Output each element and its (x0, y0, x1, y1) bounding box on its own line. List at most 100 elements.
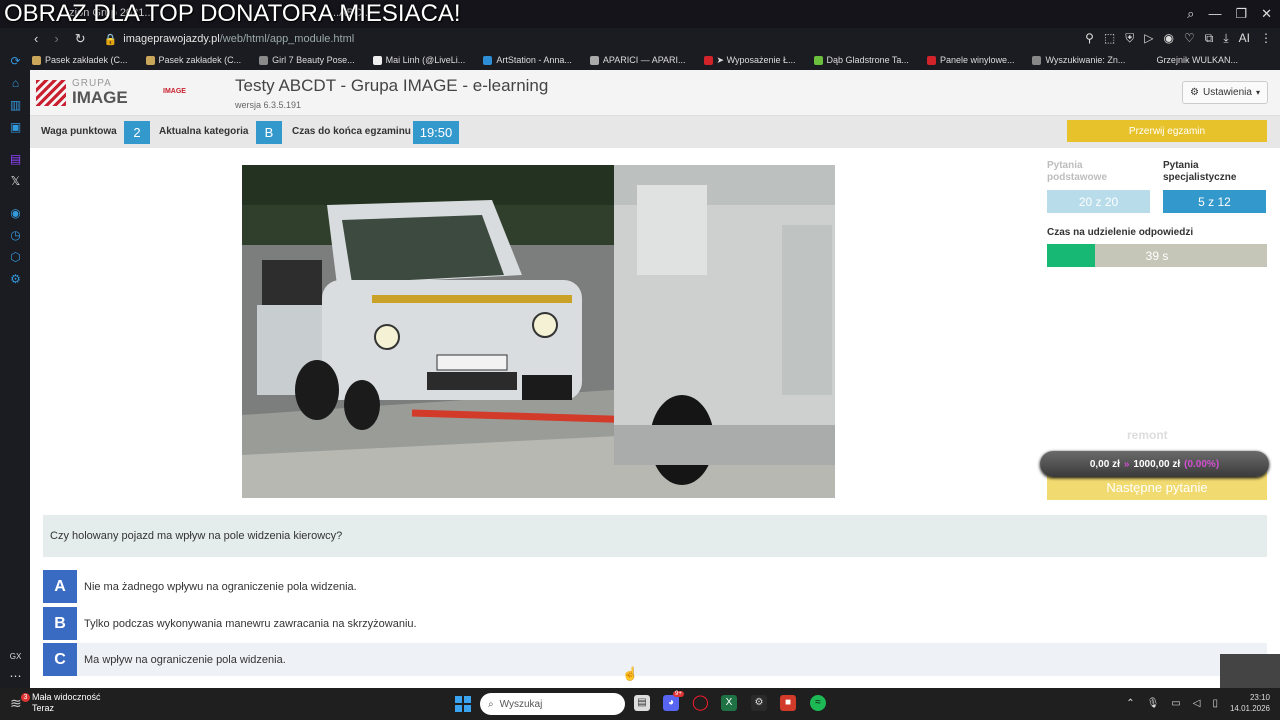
app-red-icon[interactable]: ■ (780, 695, 796, 711)
back-icon[interactable]: ‹ (34, 31, 38, 47)
discord-icon[interactable]: ◕ (663, 695, 679, 711)
answer-option-b[interactable]: B Tylko podczas wykonywania manewru zawr… (43, 607, 1267, 640)
answer-time-value: 39 s (1145, 248, 1169, 263)
bookmark-label: Girl 7 Beauty Pose... (272, 55, 355, 65)
settings-button[interactable]: ⚙ Ustawienia ▾ (1182, 81, 1268, 104)
taskbar-search-input[interactable]: ⌕ Wyszukaj (480, 693, 625, 715)
download-icon[interactable]: ⤓ (1223, 31, 1228, 46)
volume-icon[interactable]: ◁ (1193, 698, 1201, 709)
forward-icon[interactable]: › (54, 31, 58, 47)
store-icon[interactable]: ▥ (9, 99, 22, 112)
answer-text[interactable]: Nie ma żadnego wpływu na ograniczenie po… (84, 581, 357, 593)
play-icon[interactable]: ▷ (1144, 31, 1153, 46)
bookmark-item[interactable]: Pasek zakładek (C... (145, 55, 241, 65)
microphone-icon[interactable]: 🎙 (1147, 698, 1160, 709)
bookmark-item[interactable]: Mai Linh (@LiveLi... (372, 55, 465, 65)
bookmark-label: Wyszukiwanie: Zn... (1045, 55, 1126, 65)
steam-icon[interactable]: ⚙ (751, 695, 767, 711)
clock[interactable]: 23:10 14.01.2026 (1230, 692, 1270, 714)
twitch-icon[interactable]: ▤ (9, 153, 22, 166)
clock-time: 23:10 (1249, 693, 1270, 702)
spotify-icon[interactable]: ≈ (810, 695, 826, 711)
donation-goal-title: remont (1127, 428, 1168, 442)
settings-icon[interactable]: ⚙ (9, 273, 22, 286)
system-tray: ⌃ 🎙 ▭ ◁ ▯ 23:10 14.01.2026 (1126, 692, 1270, 714)
answer-letter[interactable]: B (43, 607, 77, 640)
bookmark-item[interactable]: Panele winylowe... (926, 55, 1014, 65)
excel-icon[interactable]: X (721, 695, 737, 711)
page-content: GRUPA IMAGE IMAGE Testy ABCDT - Grupa IM… (30, 70, 1280, 688)
bookmarks-bar: Pasek zakładek (C... Pasek zakładek (C...… (32, 51, 1238, 69)
time-left-value: 19:50 (413, 121, 459, 144)
url-path: /web/html/app_module.html (219, 33, 355, 45)
answer-time-label: Czas na udzielenie odpowiedzi (1047, 227, 1194, 238)
browser-chrome: ...zion Grup 2021... ...ABC... ⌕ — ❐ ✕ O… (0, 0, 1280, 72)
maximize-icon[interactable]: ❐ (1235, 6, 1247, 22)
weather-time: Teraz (32, 703, 55, 713)
answer-letter[interactable]: C (43, 643, 77, 676)
bookmark-favicon-icon (589, 55, 599, 65)
opera-gx-icon[interactable]: ◯ (692, 695, 709, 711)
bookmark-label: ➤ Wyposażenie Ł... (716, 54, 796, 65)
bookmark-item[interactable]: Grzejnik WULKAN... (1143, 55, 1238, 65)
clock-date: 14.01.2026 (1229, 704, 1270, 713)
hand-cursor-icon: ☝ (622, 666, 639, 681)
logo-stripes-icon (36, 79, 66, 106)
battery-icon[interactable]: ▯ (1212, 698, 1218, 709)
answer-letter[interactable]: A (43, 570, 77, 603)
gx-icon[interactable]: GX (9, 650, 22, 663)
extensions-icon[interactable]: ⬡ (9, 251, 22, 264)
taskbar: ≋ 3 Mała widoczność Teraz ⌕ Wyszukaj ▤ ◕… (0, 688, 1280, 720)
time-left-label: Czas do końca egzaminu (292, 126, 411, 137)
ai-button[interactable]: AI (1239, 31, 1250, 46)
extensions-icon[interactable]: ⧉ (1205, 31, 1214, 46)
close-icon[interactable]: ✕ (1261, 6, 1272, 22)
bookmark-item[interactable]: Pasek zakładek (C... (32, 55, 128, 65)
menu-icon[interactable]: ⋮ (1260, 31, 1272, 46)
file-explorer-icon[interactable]: ▤ (634, 695, 650, 711)
weather-badge: 3 (21, 693, 30, 702)
url-host: imageprawojazdy.pl (123, 33, 220, 45)
bookmark-favicon-icon (259, 55, 269, 65)
app-version: wersja 6.3.5.191 (235, 100, 302, 110)
answer-option-c[interactable]: C Ma wpływ na ograniczenie pola widzenia… (43, 643, 1267, 676)
history-icon[interactable]: ◷ (9, 229, 22, 242)
url-field[interactable]: 🔒 imageprawojazdy.pl/web/html/app_module… (104, 33, 355, 46)
more-icon[interactable]: ⋯ (9, 670, 22, 683)
x-icon[interactable]: 𝕏 (9, 175, 22, 188)
answer-text[interactable]: Ma wpływ na ograniczenie pola widzenia. (84, 654, 286, 666)
bookmark-item[interactable]: ➤ Wyposażenie Ł... (703, 54, 796, 66)
heart-icon[interactable]: ♡ (1184, 31, 1195, 46)
grupa-image-logo: GRUPA IMAGE (36, 79, 128, 106)
answer-option-a[interactable]: A Nie ma żadnego wpływu na ograniczenie … (43, 570, 1267, 603)
lock-icon: 🔒 (103, 33, 118, 46)
bookmark-item[interactable]: Wyszukiwanie: Zn... (1032, 55, 1125, 65)
gear-icon: ⚙ (1190, 87, 1200, 98)
pin-icon[interactable]: ⚲ (1085, 31, 1094, 46)
windows-start-icon[interactable] (455, 696, 471, 712)
bookmark-favicon-icon (926, 55, 936, 65)
screenshot-icon[interactable]: ⬚ (1104, 31, 1115, 46)
bag-icon[interactable]: ⌂ (9, 77, 22, 90)
refresh-icon[interactable]: ⟳ (9, 55, 22, 68)
stop-exam-button[interactable]: Przerwij egzamin (1067, 120, 1267, 142)
bookmark-favicon-icon (483, 55, 493, 65)
player-icon[interactable]: ◉ (9, 207, 22, 220)
messenger-icon[interactable]: ▣ (9, 121, 22, 134)
bookmark-item[interactable]: Dąb Gladstrone Ta... (813, 55, 909, 65)
reload-icon[interactable]: ↻ (75, 31, 86, 47)
chevron-up-icon[interactable]: ⌃ (1126, 698, 1134, 709)
search-icon[interactable]: ⌕ (1187, 6, 1194, 22)
network-icon[interactable]: ▭ (1171, 698, 1180, 709)
answer-text[interactable]: Tylko podczas wykonywania manewru zawrac… (84, 618, 417, 630)
bookmark-item[interactable]: Girl 7 Beauty Pose... (259, 55, 355, 65)
shield-icon[interactable]: ⛨ (1125, 31, 1134, 46)
minimize-icon[interactable]: — (1208, 6, 1221, 22)
bookmark-item[interactable]: ArtStation - Anna... (483, 55, 572, 65)
bookmark-item[interactable]: APARICI — APARI... (589, 55, 686, 65)
search-icon: ⌕ (488, 698, 494, 710)
camera-icon[interactable]: ◉ (1164, 31, 1174, 46)
weather-widget[interactable]: ≋ 3 Mała widoczność Teraz (10, 692, 101, 714)
bookmark-label: ArtStation - Anna... (496, 55, 572, 65)
donation-percent: (0.00%) (1184, 458, 1220, 470)
